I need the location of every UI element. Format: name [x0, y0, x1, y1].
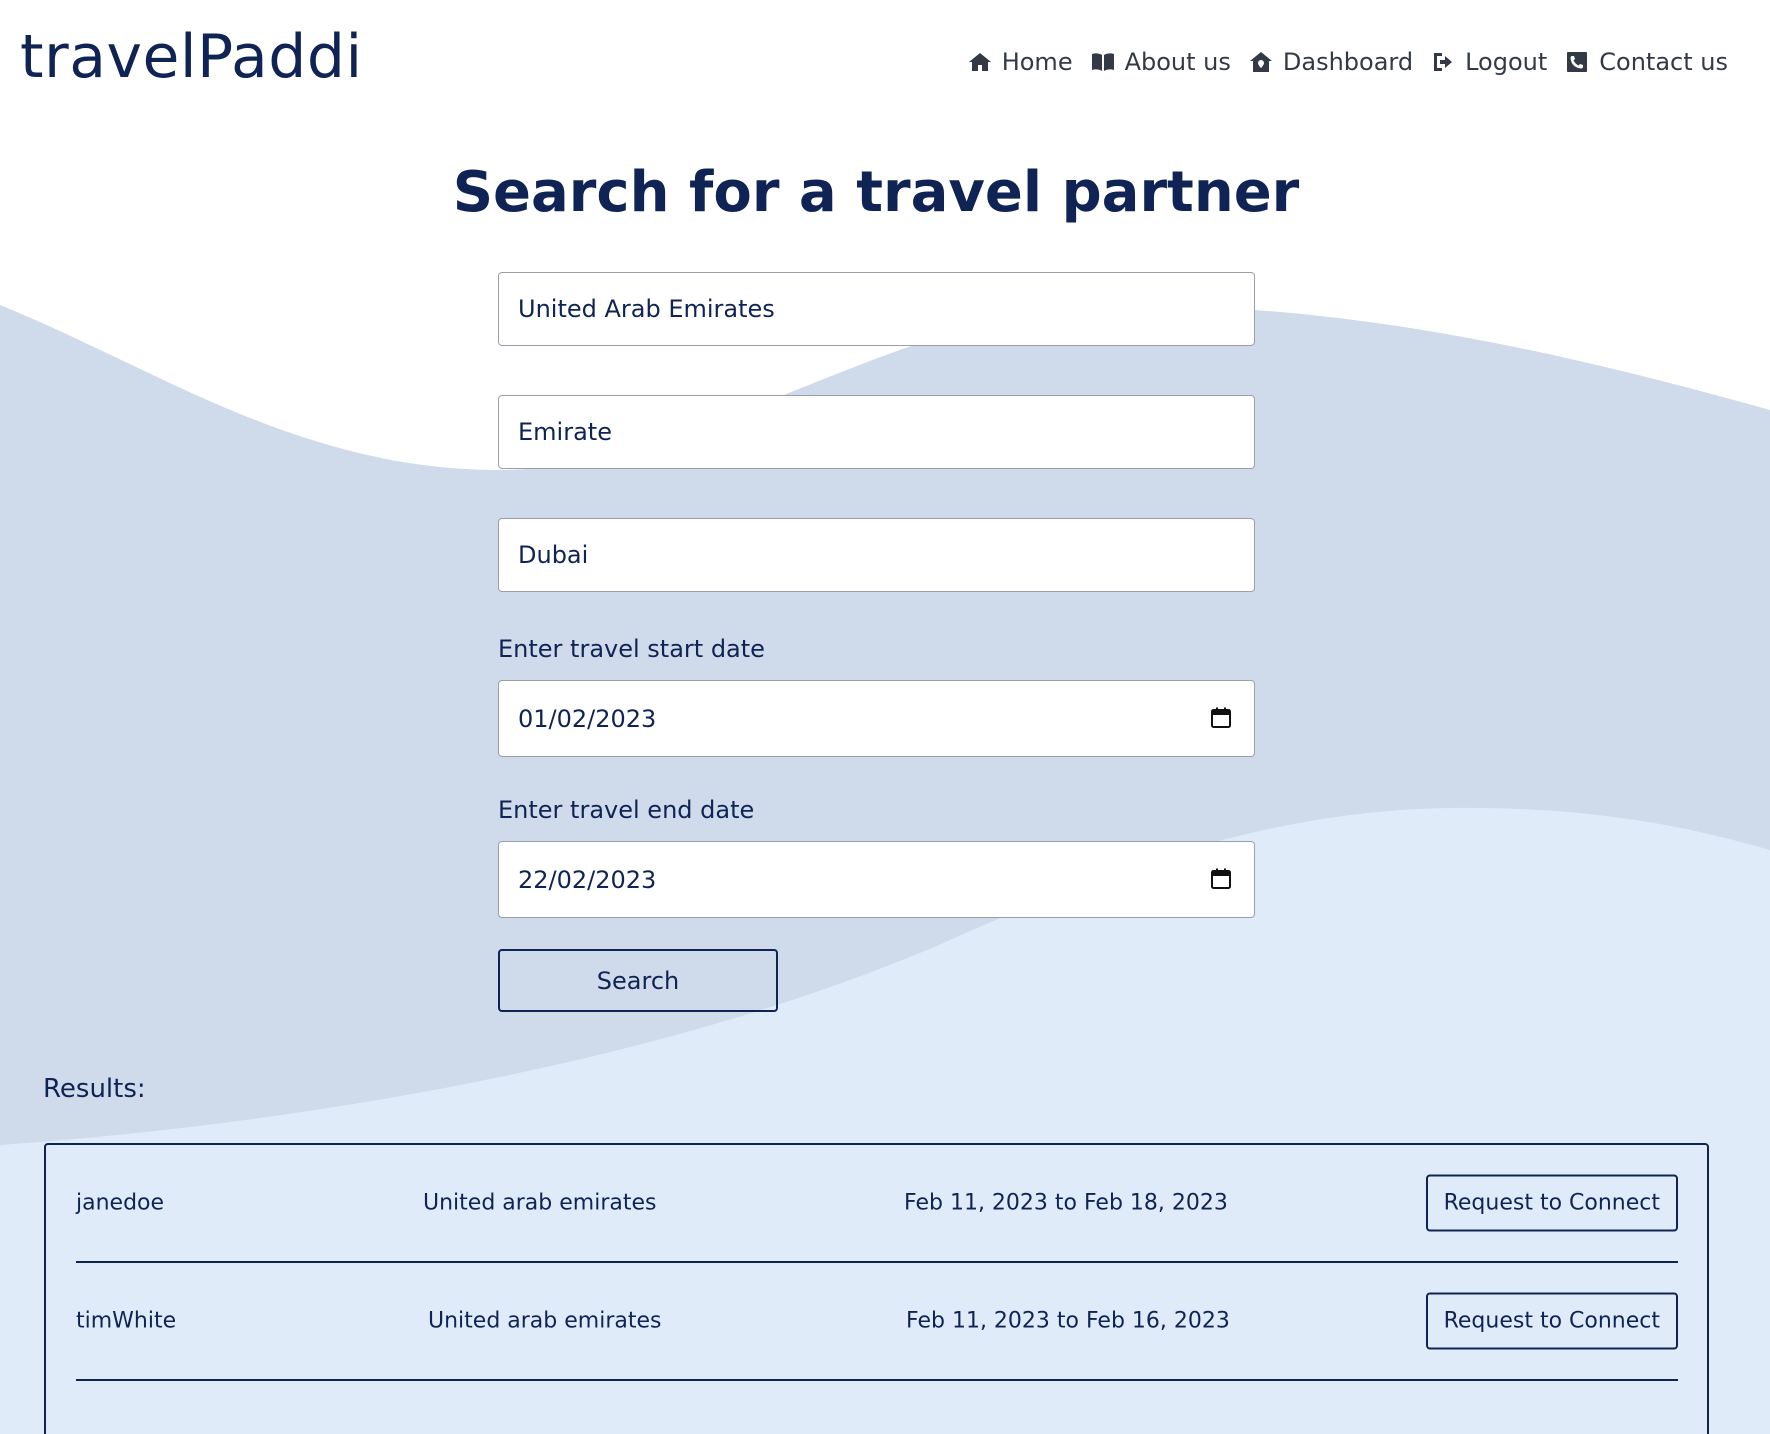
search-button[interactable]: Search: [498, 949, 778, 1012]
state-input[interactable]: [498, 395, 1255, 469]
result-dates: Feb 11, 2023 to Feb 16, 2023: [906, 1308, 1230, 1334]
end-date-label: Enter travel end date: [498, 796, 755, 824]
result-row: timWhite United arab emirates Feb 11, 20…: [76, 1263, 1678, 1381]
result-dates: Feb 11, 2023 to Feb 18, 2023: [904, 1190, 1228, 1216]
nav-home[interactable]: Home: [968, 48, 1073, 76]
result-username: timWhite: [76, 1308, 177, 1334]
result-username: janedoe: [76, 1190, 165, 1216]
logout-icon: [1434, 53, 1453, 71]
start-date-input[interactable]: 01/02/2023: [498, 680, 1255, 757]
results-heading: Results:: [43, 1074, 146, 1104]
page-title: Search for a travel partner: [452, 160, 1300, 225]
start-date-value: 01/02/2023: [518, 704, 657, 733]
result-country: United arab emirates: [428, 1308, 662, 1334]
nav-dashboard-label: Dashboard: [1282, 48, 1414, 76]
nav-dashboard[interactable]: Dashboard: [1249, 48, 1413, 76]
nav-logout-label: Logout: [1465, 48, 1548, 76]
nav-contact-us[interactable]: Contact us: [1565, 48, 1728, 76]
brand-logo[interactable]: travelPaddi: [20, 22, 363, 92]
nav-contact-label: Contact us: [1599, 48, 1728, 76]
request-to-connect-button[interactable]: Request to Connect: [1425, 1174, 1678, 1232]
home-icon: [968, 53, 991, 71]
result-row: janedoe United arab emirates Feb 11, 202…: [76, 1145, 1678, 1263]
nav-home-label: Home: [1001, 48, 1073, 76]
book-icon: [1091, 53, 1114, 71]
top-navigation: Home About us Dashboard Logout Contact u…: [968, 48, 1728, 76]
start-date-label: Enter travel start date: [498, 635, 765, 663]
dashboard-house-icon: [1249, 52, 1272, 72]
results-list: janedoe United arab emirates Feb 11, 202…: [44, 1143, 1709, 1434]
result-country: United arab emirates: [423, 1190, 657, 1216]
city-input[interactable]: [498, 518, 1255, 592]
nav-about-label: About us: [1124, 48, 1231, 76]
calendar-icon[interactable]: [1210, 707, 1232, 729]
nav-logout[interactable]: Logout: [1431, 48, 1547, 76]
end-date-input[interactable]: 22/02/2023: [498, 841, 1255, 918]
nav-about-us[interactable]: About us: [1091, 48, 1231, 76]
end-date-value: 22/02/2023: [518, 865, 657, 894]
phone-icon: [1567, 52, 1588, 72]
calendar-icon[interactable]: [1210, 868, 1232, 890]
country-input[interactable]: [498, 272, 1255, 346]
request-to-connect-button[interactable]: Request to Connect: [1425, 1292, 1678, 1350]
search-form: Enter travel start date 01/02/2023 Enter…: [498, 272, 1255, 1012]
